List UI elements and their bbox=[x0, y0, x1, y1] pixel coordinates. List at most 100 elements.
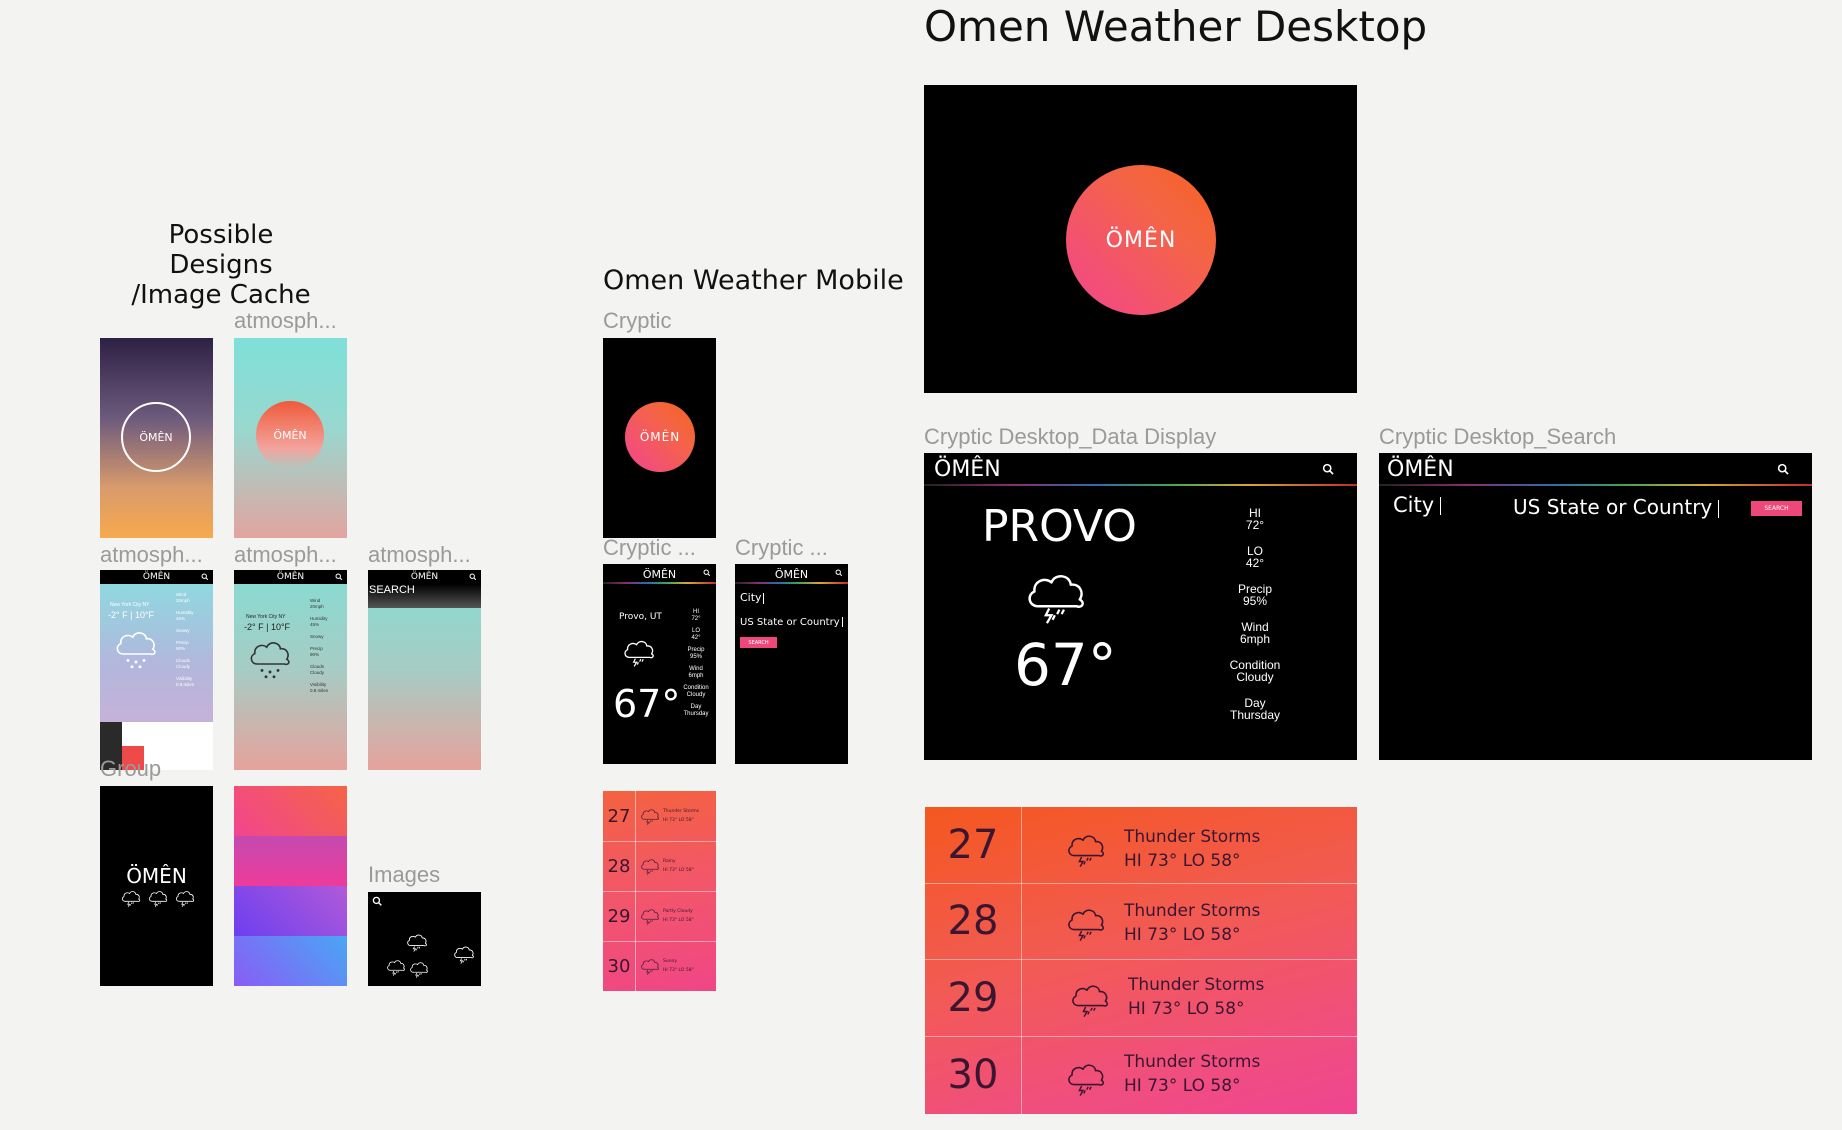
mobile-stats: HI 72° LO 42° Precip 95% Wind 6mph Condi… bbox=[677, 609, 715, 717]
mobile-forecast-row[interactable]: 27 Thunder Storms HI 73° LO 58° bbox=[603, 791, 716, 842]
desktop-stats: HI 72° LO 42° Precip 95% Wind 6mph Condi… bbox=[1224, 507, 1286, 721]
possible-designs-title: Possible Designs /Image Cache bbox=[131, 220, 311, 310]
search-icon[interactable] bbox=[201, 573, 209, 581]
cache-frame-sunset[interactable]: ÖMÊN bbox=[100, 338, 213, 538]
mobile-state-field-text: US State or Country bbox=[740, 617, 840, 628]
mobile-stat: Condition Cloudy bbox=[683, 685, 709, 698]
mobile-forecast-day: 28 bbox=[607, 855, 631, 877]
half-sun-brand: ÖMÊN bbox=[273, 428, 307, 442]
desktop-forecast-row[interactable]: 30 Thunder Storms HI 73° LO 58° bbox=[925, 1036, 1357, 1114]
mobile-city-field-text: City bbox=[740, 591, 762, 604]
search-icon[interactable] bbox=[1777, 463, 1790, 476]
nyc2-stat: Visibility 0.8 miles bbox=[310, 682, 329, 693]
mobile-city: Provo, UT bbox=[619, 612, 662, 622]
mobile-stat: Wind 6mph bbox=[688, 666, 704, 679]
mobile-forecast-hilo: HI 73° LO 58° bbox=[663, 918, 694, 923]
nyc1-stat: Visibility 0.8 miles bbox=[176, 676, 195, 687]
nyc1-stats: Wind 20mph Humidity 45% Snowy Precip 90%… bbox=[176, 592, 210, 688]
cache-frame-black[interactable]: ÖMÊN bbox=[100, 786, 213, 986]
cache-frame-gradients[interactable] bbox=[234, 786, 347, 986]
sunny-cloud-icon bbox=[408, 960, 430, 978]
nyc1-stat: Humidity 45% bbox=[176, 610, 194, 621]
desktop-state-field[interactable]: US State or Country bbox=[1513, 495, 1720, 519]
desktop-forecast-hilo: HI 73° LO 58° bbox=[1128, 999, 1245, 1019]
search-frame-brand: ÖMÊN bbox=[410, 572, 439, 582]
nyc2-stat: Wind 20mph bbox=[310, 598, 324, 609]
partly-cloudy-icon bbox=[639, 907, 661, 925]
desktop-forecast-row[interactable]: 28 Thunder Storms HI 73° LO 58° bbox=[925, 883, 1357, 960]
desktop-forecast[interactable]: 27 Thunder Storms HI 73° LO 58° 28 Thund… bbox=[925, 807, 1357, 1114]
desktop-forecast-cond: Thunder Storms bbox=[1124, 1052, 1261, 1072]
desktop-splash[interactable]: ÖMÊN bbox=[924, 85, 1357, 393]
mobile-splash-brand: ÖMÊN bbox=[639, 430, 681, 444]
desktop-forecast-row[interactable]: 29 Thunder Storms HI 73° LO 58° bbox=[925, 959, 1357, 1037]
nyc2-city: New York City NY bbox=[246, 614, 286, 620]
nyc1-body: New York City NY -2° F | 10°F Wind 20mph… bbox=[100, 584, 213, 722]
desktop-stat: LO 42° bbox=[1245, 544, 1265, 570]
desktop-data-topbar: ÖMÊN bbox=[924, 453, 1357, 486]
mobile-splash[interactable]: ÖMÊN bbox=[603, 338, 716, 538]
cache-frame-nyc-2[interactable]: ÖMÊN New York City NY -2° F | 10°F Wind … bbox=[234, 570, 347, 770]
desktop-forecast-day: 29 bbox=[925, 959, 1022, 1036]
mobile-title: Omen Weather Mobile bbox=[603, 265, 904, 296]
desktop-city: PROVO bbox=[982, 501, 1137, 552]
desktop-city-field[interactable]: City bbox=[1393, 493, 1442, 517]
ring-brand: ÖMÊN bbox=[139, 430, 173, 444]
partly-cloudy-icon bbox=[385, 958, 407, 976]
storm-cloud-icon bbox=[1064, 903, 1108, 943]
mobile-city-field[interactable]: City bbox=[740, 591, 764, 604]
desktop-search-topbar: ÖMÊN bbox=[1379, 453, 1812, 486]
mobile-forecast[interactable]: 27 Thunder Storms HI 73° LO 58° 28 Rainy… bbox=[603, 791, 716, 991]
search-icon[interactable] bbox=[1322, 463, 1335, 476]
nyc1-topbar: ÖMÊN bbox=[100, 570, 213, 584]
desktop-stat: HI 72° bbox=[1245, 506, 1265, 532]
storm-cloud-icon bbox=[405, 932, 429, 952]
mobile-state-field[interactable]: US State or Country bbox=[740, 617, 843, 628]
mobile-search[interactable]: ÖMÊN City US State or Country SEARCH bbox=[735, 564, 848, 764]
mobile-temp: 67° bbox=[613, 682, 681, 726]
search-frame-label: SEARCH bbox=[369, 584, 415, 596]
nyc1-stat: Wind 20mph bbox=[176, 592, 190, 603]
desktop-forecast-row[interactable]: 27 Thunder Storms HI 73° LO 58° bbox=[925, 807, 1357, 884]
desktop-stat: Wind 6mph bbox=[1239, 620, 1271, 646]
mobile-forecast-row[interactable]: 30 Sunny HI 73° LO 58° bbox=[603, 941, 716, 991]
mobile-search-button-label: SEARCH bbox=[748, 639, 769, 646]
nyc2-stat: Clouds Cloudy bbox=[310, 664, 325, 675]
group-brand: ÖMÊN bbox=[126, 864, 187, 888]
search-icon[interactable] bbox=[835, 569, 843, 577]
mobile-forecast-hilo: HI 73° LO 58° bbox=[663, 968, 694, 973]
desktop-state-field-text: US State or Country bbox=[1513, 495, 1713, 519]
mobile-forecast-row[interactable]: 28 Rainy HI 73° LO 58° bbox=[603, 841, 716, 892]
desktop-city-field-text: City bbox=[1393, 493, 1435, 517]
gradient-swatch-1 bbox=[234, 786, 347, 836]
desktop-forecast-hilo: HI 73° LO 58° bbox=[1124, 1076, 1241, 1096]
mobile-forecast-row[interactable]: 29 Partly Cloudy HI 73° LO 58° bbox=[603, 891, 716, 942]
search-frame-bar[interactable]: SEARCH bbox=[368, 584, 481, 608]
cache-frame-nyc-1[interactable]: ÖMÊN New York City NY -2° F | 10°F Wind … bbox=[100, 570, 213, 770]
mobile-search-button[interactable]: SEARCH bbox=[740, 637, 777, 648]
nyc1-brand: ÖMÊN bbox=[142, 572, 171, 582]
storm-cloud-icon bbox=[1022, 565, 1090, 627]
desktop-search-button[interactable]: SEARCH bbox=[1751, 501, 1802, 516]
label-group: Group bbox=[100, 756, 162, 781]
storm-cloud-icon bbox=[1064, 829, 1108, 869]
search-icon[interactable] bbox=[335, 573, 343, 581]
mobile-data-display[interactable]: ÖMÊN Provo, UT 67° HI 72° LO 42° Precip … bbox=[603, 564, 716, 764]
desktop-search-brand: ÖMÊN bbox=[1387, 457, 1454, 482]
desktop-search[interactable]: ÖMÊN City US State or Country SEARCH bbox=[1379, 453, 1812, 760]
search-icon[interactable] bbox=[469, 573, 477, 581]
cache-frame-teal[interactable]: ÖMÊN bbox=[234, 338, 347, 538]
search-icon[interactable] bbox=[703, 569, 711, 577]
label-cryptic3: Cryptic ... bbox=[735, 535, 828, 560]
storm-cloud-icon bbox=[1068, 979, 1112, 1019]
mobile-data-topbar: ÖMÊN bbox=[603, 564, 716, 584]
cache-frame-search[interactable]: ÖMÊN SEARCH bbox=[368, 570, 481, 770]
mobile-forecast-cond: Rainy bbox=[663, 859, 676, 864]
snow-cloud-icon bbox=[112, 630, 160, 670]
nyc1-stat: Clouds Cloudy bbox=[176, 658, 191, 669]
cache-frame-images[interactable] bbox=[368, 892, 481, 986]
desktop-data-display[interactable]: ÖMÊN PROVO 67° HI 72° LO 42° Precip 95% … bbox=[924, 453, 1357, 760]
mobile-stat: Day Thursday bbox=[683, 704, 709, 717]
gradient-swatch-3 bbox=[234, 886, 347, 936]
desktop-forecast-hilo: HI 73° LO 58° bbox=[1124, 925, 1241, 945]
